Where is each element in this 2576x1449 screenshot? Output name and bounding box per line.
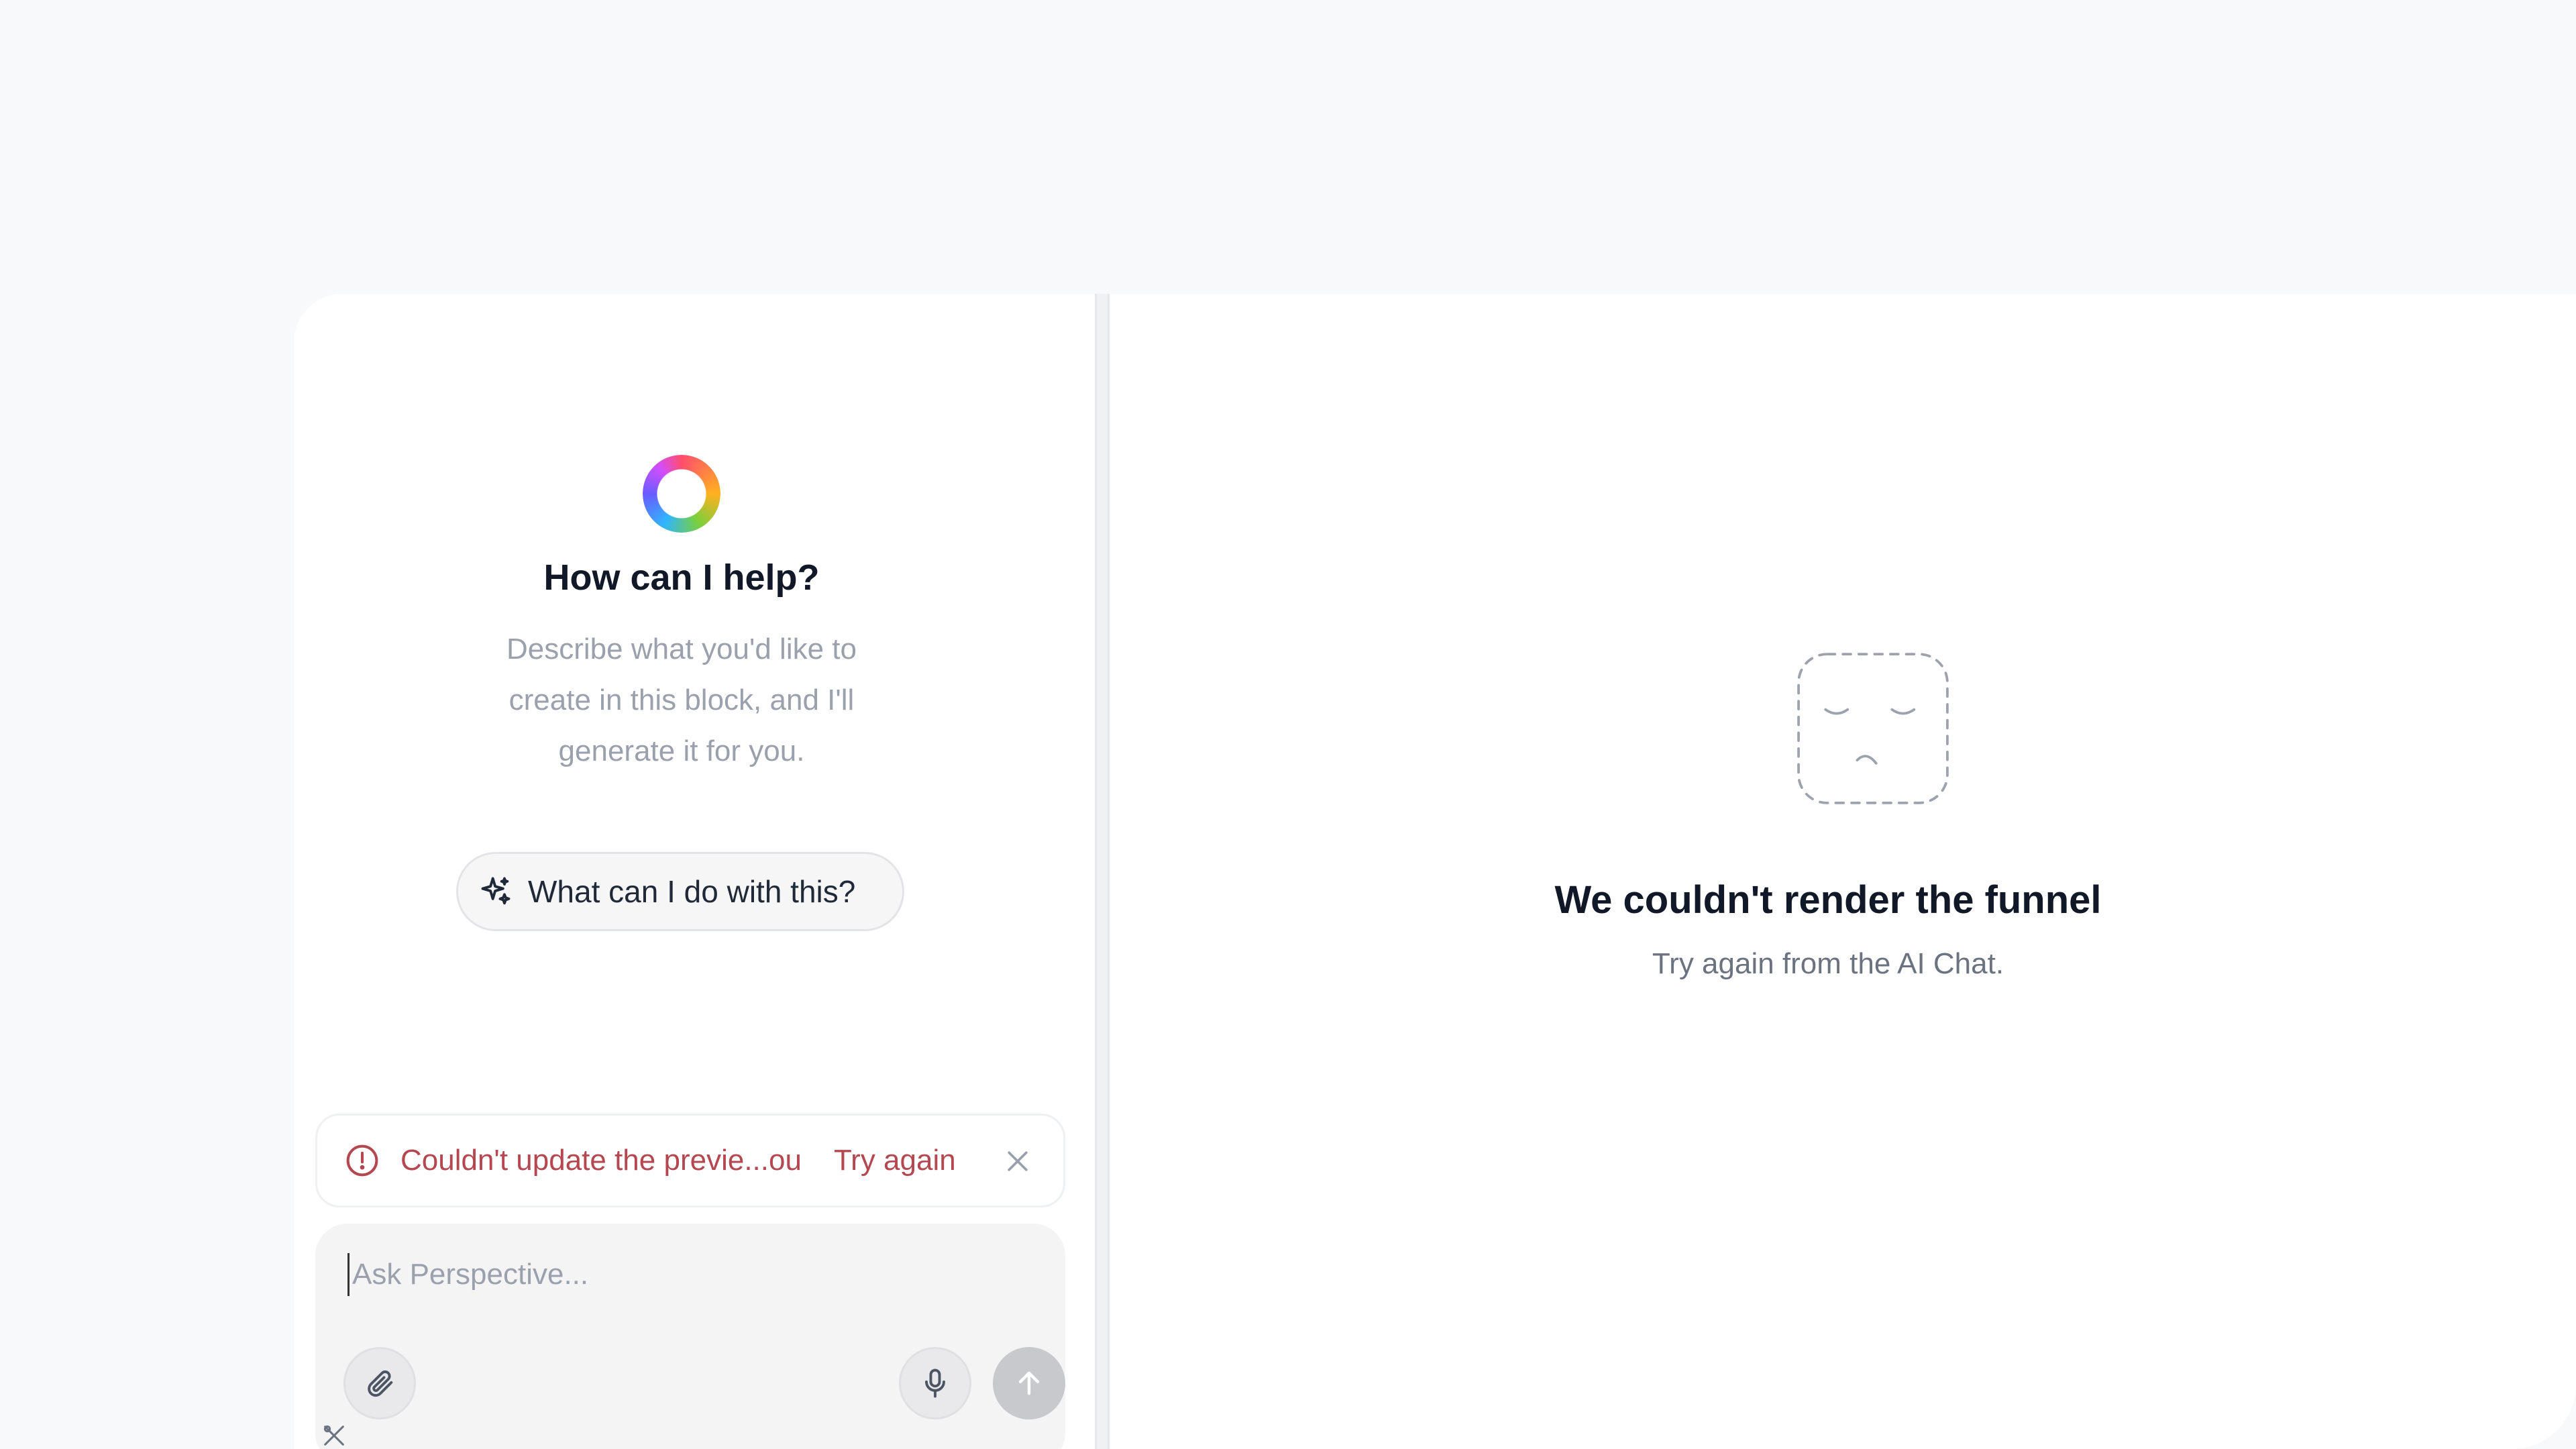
app-window: How can I help? Describe what you'd like… (294, 294, 2576, 1449)
close-icon[interactable] (1003, 1146, 1032, 1176)
sparkles-icon (481, 877, 511, 905)
render-error-title: We couldn't render the funnel (1554, 878, 2102, 922)
chat-welcome-title: How can I help? (543, 557, 820, 598)
paperclip-icon (368, 1370, 393, 1397)
chat-input[interactable] (347, 1253, 1018, 1296)
sad-face-icon (1797, 653, 1949, 804)
send-button[interactable] (993, 1347, 1065, 1419)
chat-welcome-description: Describe what you'd like to create in th… (506, 633, 857, 767)
panel-resize-handle[interactable] (1095, 294, 1110, 1449)
preview-panel: We couldn't render the funnel Try again … (1110, 294, 2576, 1449)
gradient-ring-icon (643, 455, 720, 533)
suggestion-chip[interactable]: What can I do with this? (456, 852, 904, 931)
suggestion-chip-label: What can I do with this? (528, 874, 856, 909)
ai-chat-panel: How can I help? Describe what you'd like… (294, 294, 1095, 1449)
alert-circle-icon (346, 1144, 378, 1177)
try-again-button[interactable]: Try again (834, 1144, 956, 1177)
render-error-subtitle: Try again from the AI Chat. (1652, 947, 2004, 980)
tools-icon[interactable] (319, 1422, 349, 1449)
error-message: Couldn't update the previe...ou (400, 1144, 802, 1177)
microphone-icon (925, 1368, 945, 1398)
attach-button[interactable] (343, 1347, 416, 1419)
microphone-button[interactable] (899, 1347, 971, 1419)
arrow-up-icon (1018, 1371, 1040, 1395)
error-banner: Couldn't update the previe...ou Try agai… (315, 1114, 1065, 1208)
app-background: How can I help? Describe what you'd like… (0, 0, 2576, 1449)
chat-composer (315, 1224, 1065, 1449)
